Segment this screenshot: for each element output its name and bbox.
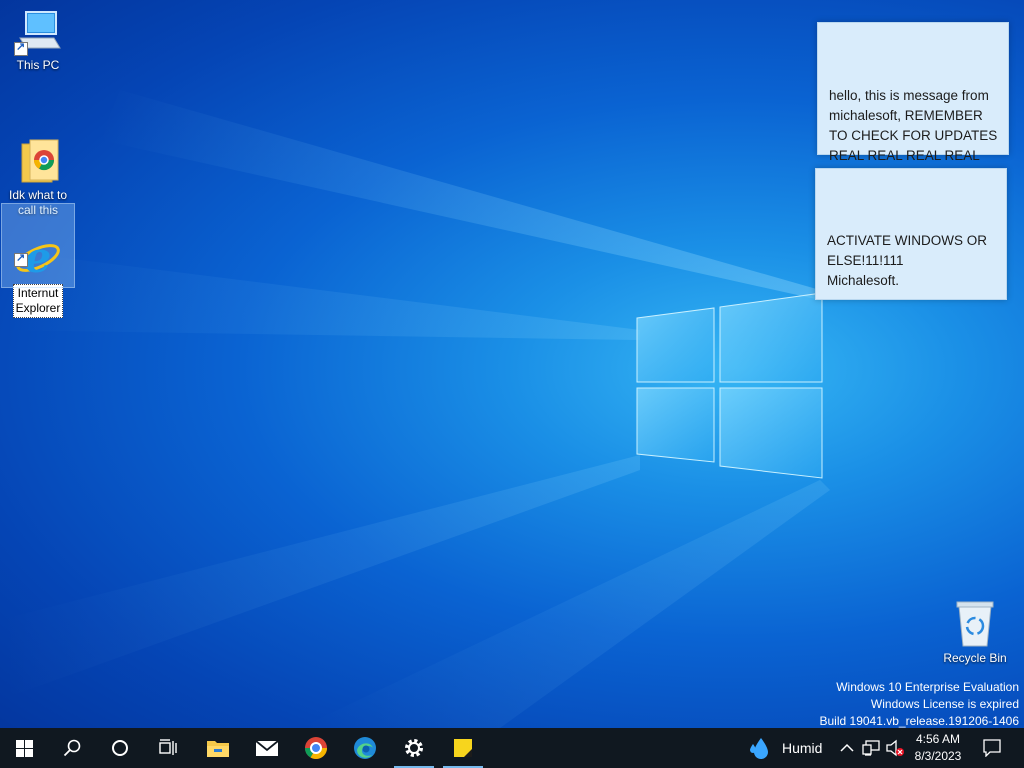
mail-icon (255, 740, 279, 756)
humid-icon (750, 738, 768, 759)
chevron-up-icon (840, 743, 854, 752)
shortcut-arrow-icon (14, 40, 28, 56)
desktop-icon-recycle-bin[interactable]: Recycle Bin (940, 600, 1010, 665)
chrome-icon (305, 737, 327, 759)
chrome-folder-icon (14, 123, 62, 183)
sticky-note-text[interactable]: ACTIVATE WINDOWS OR ELSE!11!111 Michales… (827, 233, 987, 288)
svg-text:e: e (25, 234, 52, 282)
action-center-button[interactable] (968, 728, 1016, 768)
sticky-note[interactable]: hello, this is message from michalesoft,… (817, 22, 1009, 163)
weather-label: Humid (782, 740, 823, 756)
clock-time: 4:56 AM (915, 732, 961, 746)
search-icon (63, 739, 81, 757)
desktop-icon-label: Internut Explorer (12, 284, 64, 318)
network-button[interactable] (862, 728, 880, 768)
sticky-notes-button[interactable] (439, 728, 487, 768)
volume-button[interactable] (885, 728, 905, 768)
edge-button[interactable] (341, 728, 389, 768)
desktop-icon-this-pc[interactable]: This PC (2, 8, 74, 73)
windows-logo-wallpaper (636, 292, 823, 479)
cortana-icon (112, 740, 128, 756)
taskbar: Humid 4:56 AM 8/3/2023 (0, 728, 1024, 768)
weather-widget[interactable]: Humid (748, 728, 822, 768)
file-explorer-icon (207, 741, 229, 757)
recycle-bin-icon (956, 601, 994, 647)
sticky-note-text[interactable]: hello, this is message from michalesoft,… (829, 88, 997, 163)
edge-icon (354, 737, 376, 759)
task-view-button[interactable] (144, 728, 192, 768)
internet-explorer-icon: e (14, 219, 62, 282)
settings-button[interactable] (390, 728, 438, 768)
cortana-button[interactable] (96, 728, 144, 768)
notifications-icon (983, 739, 1001, 757)
windows-start-icon (15, 739, 33, 757)
show-hidden-icons-button[interactable] (840, 728, 854, 768)
watermark-line: Windows License is expired (870, 697, 1019, 711)
recycle-bin-label: Recycle Bin (943, 651, 1007, 665)
watermark-line: Windows 10 Enterprise Evaluation (836, 680, 1019, 694)
this-pc-icon (14, 8, 62, 56)
clock[interactable]: 4:56 AM 8/3/2023 (905, 731, 971, 765)
chrome-button[interactable] (292, 728, 340, 768)
desktop-icon-internet-explorer[interactable]: e Internut Explorer (1, 203, 75, 318)
desktop-icon-label: This PC (16, 58, 60, 72)
mail-button[interactable] (243, 728, 291, 768)
watermark-line: Build 19041.vb_release.191206-1406 (819, 714, 1020, 728)
sticky-note[interactable]: ACTIVATE WINDOWS OR ELSE!11!111 Michales… (815, 168, 1007, 300)
start-button[interactable] (0, 728, 48, 768)
file-explorer-button[interactable] (194, 728, 242, 768)
network-icon (862, 740, 880, 756)
activation-watermark: Windows 10 Enterprise Evaluation Windows… (820, 679, 1020, 728)
shortcut-arrow-icon (14, 251, 28, 267)
settings-icon (405, 739, 423, 757)
desktop-icon-folder[interactable]: Idk what to call this (2, 108, 74, 218)
clock-date: 8/3/2023 (914, 749, 962, 763)
task-view-icon (159, 739, 177, 755)
volume-muted-icon (886, 739, 904, 757)
search-button[interactable] (48, 728, 96, 768)
sticky-notes-icon (454, 739, 472, 757)
desktop: This PC Idk what to call this e Internut… (0, 0, 1024, 728)
